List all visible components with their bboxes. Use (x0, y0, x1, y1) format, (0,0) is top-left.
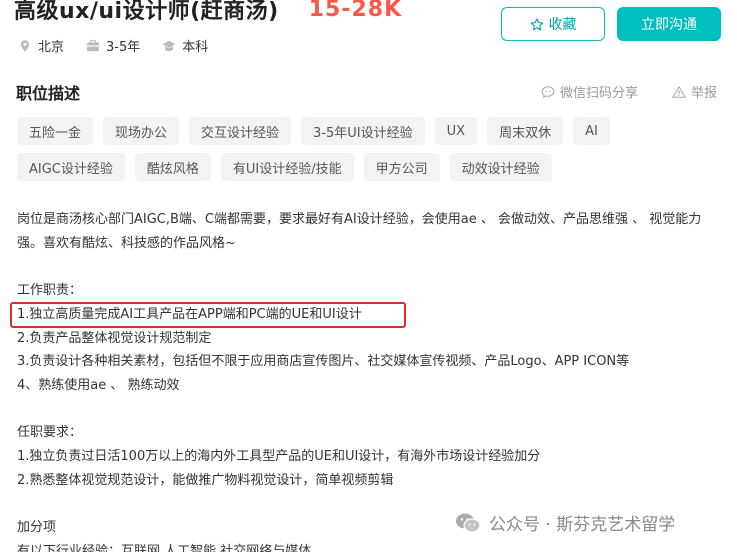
meta-location: 北京 (18, 36, 64, 55)
bonus-line: 有以下行业经验：互联网 人工智能 社交网络与媒体 (17, 543, 312, 552)
collect-label: 收藏 (548, 17, 577, 33)
experience-text: 3-5年 (106, 40, 141, 55)
education-text: 本科 (182, 40, 209, 55)
job-title: 高级ux/ui设计师(赶商汤) (14, 0, 279, 24)
job-tags: 五险一金 现场办公 交互设计经验 3-5年UI设计经验 UX 周末双休 AI A… (17, 117, 717, 181)
meta-experience: 3-5年 (86, 36, 140, 55)
location-text: 北京 (38, 40, 65, 55)
duty-line: 3.负责设计各种相关素材，包括但不限于应用商店宣传图片、社交媒体宣传视频、产品L… (17, 354, 630, 370)
requirement-line: 2.熟悉整体视觉规范设计，能做推广物料视觉设计，简单视频剪辑 (17, 472, 394, 488)
duty-line: 1.独立高质量完成AI工具产品在APP端和PC端的UE和UI设计 (17, 306, 362, 322)
tag: 有UI设计经验/技能 (220, 153, 354, 181)
tag: 3-5年UI设计经验 (301, 117, 425, 145)
watermark: 公众号 · 斯芬克艺术留学 (455, 510, 675, 535)
chat-now-label: 立即沟通 (641, 17, 697, 33)
report-label: 举报 (691, 86, 718, 101)
duty-line: 2.负责产品整体视觉设计规范制定 (17, 330, 212, 346)
briefcase-icon (86, 39, 100, 53)
tag: 动效设计经验 (449, 153, 552, 181)
job-description: 岗位是商汤核心部门AIGC,B端、C端都需要，要求最好有AI设计经验，会使用ae… (17, 208, 717, 552)
chat-now-button[interactable]: 立即沟通 (617, 7, 721, 41)
requirements-title: 任职要求： (17, 425, 83, 441)
report-link[interactable]: 举报 (672, 82, 717, 101)
wechat-share-link[interactable]: 微信扫码分享 (541, 82, 638, 101)
tag: UX (434, 117, 478, 145)
tag: 交互设计经验 (189, 117, 292, 145)
chat-bubble-icon (541, 85, 555, 99)
duties-title: 工作职责： (17, 283, 83, 299)
collect-button[interactable]: 收藏 (501, 7, 605, 41)
tag: 甲方公司 (363, 153, 440, 181)
job-header: 高级ux/ui设计师(赶商汤) 15-28K (14, 0, 402, 26)
tag: 周末双休 (487, 117, 564, 145)
watermark-text: 公众号 · 斯芬克艺术留学 (489, 515, 676, 535)
description-intro: 岗位是商汤核心部门AIGC,B端、C端都需要，要求最好有AI设计经验，会使用ae… (17, 212, 702, 251)
warning-icon (672, 85, 686, 99)
tag: 酷炫风格 (134, 153, 211, 181)
tag: AI (573, 117, 610, 145)
share-label: 微信扫码分享 (560, 86, 639, 101)
graduation-cap-icon (162, 39, 176, 53)
duty-line: 4、熟练使用ae 、 熟练动效 (17, 377, 180, 393)
tag: 五险一金 (17, 117, 94, 145)
star-icon (530, 17, 544, 31)
job-meta: 北京 3-5年 本科 (18, 36, 230, 55)
section-title: 职位描述 (16, 84, 81, 103)
meta-education: 本科 (162, 36, 208, 55)
salary: 15-28K (308, 0, 403, 22)
tag: 现场办公 (103, 117, 180, 145)
requirement-line: 1.独立负责过日活100万以上的海内外工具型产品的UE和UI设计，有海外市场设计… (17, 449, 541, 464)
tag: AIGC设计经验 (17, 153, 125, 181)
wechat-icon (455, 512, 481, 534)
location-pin-icon (18, 39, 32, 53)
